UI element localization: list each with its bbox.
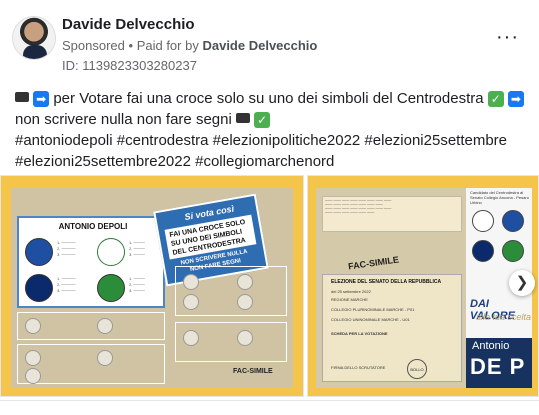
panel-title: Candidato del Centrodestra al Senato Col… xyxy=(470,190,529,205)
post-text-no-marks: non scrivere nulla non fare segni xyxy=(15,111,232,128)
candidate-list-text: 1. ──── 2. ──── 3. ──── xyxy=(129,240,145,257)
candidate-name: ANTONIO DEPOLI xyxy=(58,222,128,231)
carousel-card-2[interactable]: ─── ─── ─── ─── ─── ─── ─── ─── ─── ─── ─… xyxy=(307,175,539,397)
panel-last-name: DE P xyxy=(470,354,526,379)
empty-symbol-icon xyxy=(237,294,253,310)
post-line-1: ➡ per Votare fai una croce solo su uno d… xyxy=(15,88,530,130)
empty-symbol-icon xyxy=(183,330,199,346)
fratelli-ditalia-logo-icon xyxy=(472,240,494,262)
fratelli-ditalia-logo-icon xyxy=(25,274,53,302)
ballot-box-icon xyxy=(235,113,250,123)
forza-italia-logo-icon xyxy=(25,238,53,266)
check-mark-icon: ✓ xyxy=(254,112,271,129)
ballot-notice: ─── ─── ─── ─── ─── ─── ─── ─── ─── ─── ─… xyxy=(322,196,462,232)
divider xyxy=(0,400,539,401)
candidate-list-text: 1. ───── 2. ───── 3. ───── xyxy=(57,276,76,293)
empty-symbol-icon xyxy=(97,350,113,366)
form-card-label: SCHEDA PER LA VOTAZIONE xyxy=(331,331,388,336)
library-id: ID: 1139823303280237 xyxy=(62,58,197,73)
lega-logo-icon xyxy=(97,274,125,302)
form-uninominal: COLLEGIO UNINOMINALE MARCHE - U01 xyxy=(331,317,410,322)
empty-symbol-icon xyxy=(97,318,113,334)
chevron-right-icon[interactable]: ❯ xyxy=(509,270,535,296)
arrow-right-icon: ➡ xyxy=(507,91,524,108)
page-name[interactable]: Davide Delvecchio xyxy=(62,16,195,33)
hashtags-line-1[interactable]: #antoniodepoli #centrodestra #elezionipo… xyxy=(15,130,530,151)
post-text-vote: per Votare fai una croce solo su uno dei… xyxy=(53,90,484,107)
form-signature: FIRMA DELLO SCRUTATORE xyxy=(331,365,386,370)
form-college: COLLEGIO PLURINOMINALE MARCHE - P01 xyxy=(331,307,415,312)
more-options-icon[interactable]: ··· xyxy=(496,27,519,47)
lega-logo-icon xyxy=(502,240,524,262)
ballot-box-icon xyxy=(15,92,29,102)
avatar[interactable] xyxy=(12,16,56,60)
post-header: Davide Delvecchio Sponsored • Paid for b… xyxy=(10,10,529,73)
hashtags-line-2[interactable]: #elezioni25settembre2022 #collegiomarche… xyxy=(15,151,530,172)
avatar-figure xyxy=(23,45,47,59)
candidate-list-text: 1. ──── 2. ──── 3. ──── xyxy=(129,276,145,293)
paid-for-name: Davide Delvecchio xyxy=(202,38,318,53)
empty-symbol-icon xyxy=(237,274,253,290)
panel-first-name: Antonio xyxy=(472,340,510,352)
sponsored-line: Sponsored • Paid for by Davide Delvecchi… xyxy=(62,38,317,53)
panel-slogan-2: alla tua scelta xyxy=(476,312,532,322)
noi-moderati-logo-icon xyxy=(472,210,494,232)
image-carousel[interactable]: ANTONIO DEPOLI 1. ───── 2. ───── 3. ───── … xyxy=(0,175,539,397)
post-body: ➡ per Votare fai una croce solo su uno d… xyxy=(15,88,530,172)
arrow-right-icon: ➡ xyxy=(33,91,50,108)
candidate-ballot-box: ANTONIO DEPOLI 1. ───── 2. ───── 3. ───── … xyxy=(17,216,165,308)
stamp-icon: BOLLO xyxy=(407,359,427,379)
candidate-list-text: 1. ───── 2. ───── 3. ───── xyxy=(57,240,76,257)
carousel-card-1[interactable]: ANTONIO DEPOLI 1. ───── 2. ───── 3. ───── … xyxy=(0,175,304,397)
form-date: del 25 settembre 2022 xyxy=(331,289,371,294)
check-mark-icon: ✓ xyxy=(487,91,504,108)
form-title: ELEZIONE DEL SENATO DELLA REPUBBLICA xyxy=(331,279,442,285)
forza-italia-logo-icon xyxy=(502,210,524,232)
empty-symbol-icon xyxy=(25,368,41,384)
facsimile-label: FAC-SIMILE xyxy=(233,368,273,375)
paid-for-prefix: Paid for by xyxy=(136,38,199,53)
noi-moderati-logo-icon xyxy=(97,238,125,266)
empty-symbol-icon xyxy=(25,318,41,334)
form-region: REGIONE MARCHE xyxy=(331,297,368,302)
empty-symbol-icon xyxy=(183,294,199,310)
senate-ballot-sheet: ─── ─── ─── ─── ─── ─── ─── ─── ─── ─── ─… xyxy=(316,188,532,388)
sponsored-label: Sponsored xyxy=(62,38,125,53)
separator-dot: • xyxy=(128,38,137,53)
facsimile-label: FAC-SIMILE xyxy=(347,254,400,272)
ballot-sheet: ANTONIO DEPOLI 1. ───── 2. ───── 3. ───── … xyxy=(11,188,293,388)
empty-symbol-icon xyxy=(237,330,253,346)
senate-ballot-form: ELEZIONE DEL SENATO DELLA REPUBBLICA del… xyxy=(322,274,462,382)
empty-symbol-icon xyxy=(25,350,41,366)
empty-symbol-icon xyxy=(183,274,199,290)
